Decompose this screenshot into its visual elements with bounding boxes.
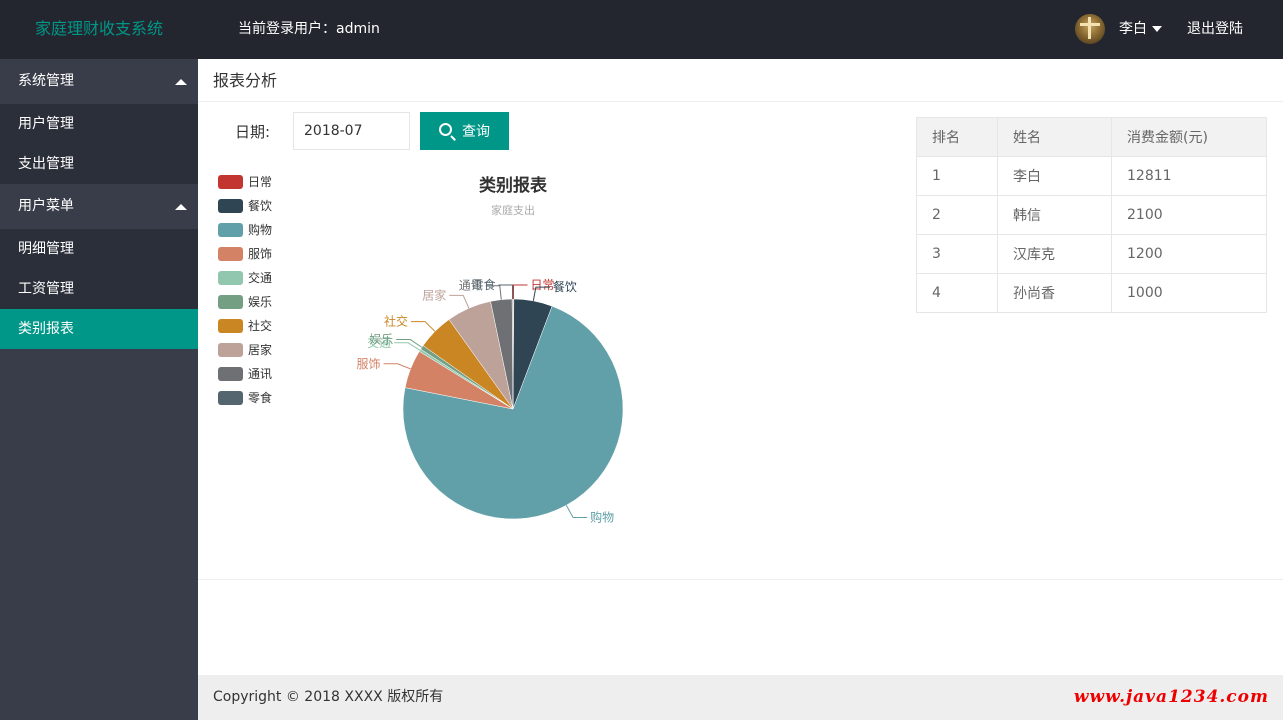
cell-name: 韩信 (997, 195, 1112, 235)
legend-item-label[interactable]: 娱乐 (248, 295, 272, 309)
cell-rank: 2 (916, 195, 998, 235)
nav-group-label: 系统管理 (18, 73, 74, 89)
search-icon (439, 123, 452, 136)
legend-item-label[interactable]: 零食 (248, 390, 272, 405)
legend-swatch[interactable] (218, 223, 243, 237)
cell-rank: 4 (916, 273, 998, 313)
legend-item-label[interactable]: 购物 (248, 222, 272, 237)
legend-item-label[interactable]: 日常 (248, 175, 272, 189)
cell-name: 汉库克 (997, 234, 1112, 274)
nav-group-label: 用户菜单 (18, 198, 74, 214)
slice-label: 日常 (530, 278, 554, 292)
legend-item-label[interactable]: 社交 (248, 318, 272, 333)
table-row: 3 汉库克 1200 (916, 234, 1267, 274)
footer: Copyright © 2018 XXXX 版权所有 www.java1234.… (198, 675, 1283, 720)
user-menu-name[interactable]: 李白 (1119, 0, 1147, 58)
slice-label: 娱乐 (369, 333, 393, 347)
legend-swatch[interactable] (218, 271, 243, 285)
top-header: 家庭理财收支系统 当前登录用户：admin 李白 退出登陆 (0, 0, 1283, 59)
chevron-up-icon (175, 79, 187, 85)
cell-rank: 3 (916, 234, 998, 274)
query-button[interactable]: 查询 (420, 112, 509, 150)
legend-item-label[interactable]: 交通 (248, 270, 272, 285)
legend-swatch[interactable] (218, 367, 243, 381)
slice-leader-line (565, 504, 588, 518)
legend-item-label[interactable]: 通讯 (248, 367, 272, 381)
legend-swatch[interactable] (218, 319, 243, 333)
slice-label: 社交 (384, 314, 408, 329)
slice-label: 餐饮 (553, 279, 577, 294)
chart-subtitle: 家庭支出 (491, 203, 535, 217)
nav-group-user-menu[interactable]: 用户菜单 (0, 184, 198, 229)
cell-amount: 1000 (1111, 273, 1267, 313)
slice-leader-line (411, 321, 436, 332)
slice-label: 零食 (471, 277, 495, 292)
slice-label: 购物 (590, 509, 614, 524)
legend-item-label[interactable]: 餐饮 (248, 198, 272, 213)
table-row: 2 韩信 2100 (916, 195, 1267, 235)
legend-swatch[interactable] (218, 175, 243, 189)
copyright-text: Copyright © 2018 XXXX 版权所有 (213, 689, 444, 705)
table-header-row: 排名 姓名 消费金额(元) (916, 117, 1267, 157)
watermark: www.java1234.com (1073, 687, 1269, 707)
col-header-name: 姓名 (997, 117, 1112, 157)
ranking-table: 排名 姓名 消费金额(元) 1 李白 12811 2 韩信 2100 3 汉库克… (916, 117, 1267, 313)
slice-leader-line (449, 294, 470, 309)
divider (198, 579, 1283, 580)
chevron-down-icon[interactable] (1152, 26, 1162, 32)
sidebar: 系统管理 用户管理 支出管理 用户菜单 明细管理 工资管理 类别报表 (0, 59, 198, 720)
col-header-amount: 消费金额(元) (1111, 117, 1267, 157)
query-button-label: 查询 (462, 124, 490, 140)
slice-label: 居家 (422, 287, 446, 302)
legend-swatch[interactable] (218, 295, 243, 309)
legend-item-label[interactable]: 居家 (248, 342, 272, 357)
sidebar-item-user-management[interactable]: 用户管理 (0, 104, 198, 144)
legend-swatch[interactable] (218, 343, 243, 357)
legend-swatch[interactable] (218, 199, 243, 213)
slice-leader-line (512, 284, 528, 300)
col-header-rank: 排名 (916, 117, 998, 157)
cell-amount: 2100 (1111, 195, 1267, 235)
chevron-up-icon (175, 204, 187, 210)
cell-amount: 12811 (1111, 156, 1267, 196)
table-row: 1 李白 12811 (916, 156, 1267, 196)
table-row: 4 孙尚香 1000 (916, 273, 1267, 313)
current-login-user: 当前登录用户：admin (238, 21, 380, 37)
cell-name: 李白 (997, 156, 1112, 196)
cell-amount: 1200 (1111, 234, 1267, 274)
date-input[interactable] (293, 112, 410, 150)
chart-title: 类别报表 (479, 175, 548, 196)
date-label: 日期: (235, 123, 271, 141)
sidebar-item-detail-management[interactable]: 明细管理 (0, 229, 198, 269)
logout-link[interactable]: 退出登陆 (1187, 0, 1243, 58)
nav-group-system[interactable]: 系统管理 (0, 59, 198, 104)
legend-swatch[interactable] (218, 247, 243, 261)
cell-name: 孙尚香 (997, 273, 1112, 313)
sidebar-item-category-report[interactable]: 类别报表 (0, 309, 198, 349)
page-title: 报表分析 (198, 59, 1283, 102)
slice-label: 服饰 (357, 357, 381, 371)
legend-item-label[interactable]: 服饰 (248, 247, 272, 261)
main-content: 报表分析 日期: 查询 类别报表 家庭支出 日常餐饮购物服饰交通娱乐社交居家通讯… (198, 59, 1283, 675)
app-brand[interactable]: 家庭理财收支系统 (0, 0, 198, 59)
slice-leader-line (383, 363, 411, 370)
category-pie-chart: 类别报表 家庭支出 日常餐饮购物服饰交通娱乐社交居家通讯零食 日常餐饮购物服饰交… (218, 175, 624, 524)
sidebar-item-expense-management[interactable]: 支出管理 (0, 144, 198, 184)
user-avatar[interactable] (1075, 14, 1105, 44)
legend-swatch[interactable] (218, 391, 243, 405)
sidebar-item-salary-management[interactable]: 工资管理 (0, 269, 198, 309)
cell-rank: 1 (916, 156, 998, 196)
